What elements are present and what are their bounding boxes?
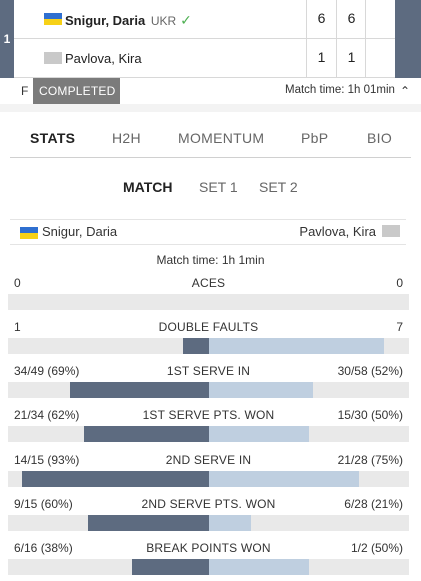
set-2-score-player-2: 1 <box>347 49 356 65</box>
player-2-name: Pavlova, Kira <box>65 51 142 66</box>
chevron-up-icon[interactable]: ⌃ <box>400 84 410 98</box>
stat-row-2nd-serve-in: 14/15 (93%) 2ND SERVE IN 21/28 (75%) <box>8 453 409 496</box>
stat-bar-left <box>183 338 209 354</box>
stat-label: DOUBLE FAULTS <box>158 320 259 334</box>
stat-bar-right <box>208 426 309 442</box>
stat-bar-left <box>22 471 209 487</box>
section-divider <box>0 104 421 112</box>
ukraine-flag-icon <box>20 227 38 239</box>
stat-row-aces: 0 ACES 0 <box>8 276 409 319</box>
stat-bar-track <box>8 426 409 442</box>
tab-h2h[interactable]: H2H <box>112 130 141 146</box>
stat-bar-left <box>132 559 209 575</box>
check-icon: ✓ <box>180 12 192 28</box>
stat-row-1st-serve-in: 34/49 (69%) 1ST SERVE IN 30/58 (52%) <box>8 364 409 407</box>
stat-bar-right <box>208 515 251 531</box>
stats-match-time: Match time: 1h 1min <box>156 253 265 267</box>
stat-bar-right <box>208 471 359 487</box>
stat-row-double-faults: 1 DOUBLE FAULTS 7 <box>8 320 409 363</box>
tab-momentum[interactable]: MOMENTUM <box>178 130 264 146</box>
stat-bar-left <box>70 382 209 398</box>
player-1-name-wrap: Snigur, Daria UKR ✓ <box>65 12 192 29</box>
stat-right-value: 21/28 (75%) <box>337 453 403 467</box>
set-1-score-player-2: 1 <box>317 49 326 65</box>
stat-bar-track <box>8 338 409 354</box>
stat-bar-track <box>8 382 409 398</box>
ukraine-flag-icon <box>44 13 62 25</box>
tab-bio[interactable]: BIO <box>367 130 392 146</box>
placeholder-flag-icon <box>44 52 62 64</box>
set-3-column <box>365 0 394 78</box>
score-right-strip <box>395 0 421 78</box>
subtab-set-2[interactable]: SET 2 <box>259 179 298 195</box>
stat-right-value: 30/58 (52%) <box>337 364 403 378</box>
stat-bar-track <box>8 559 409 575</box>
match-seed-strip: 1 <box>0 0 14 78</box>
stats-left-player: Snigur, Daria <box>42 224 118 239</box>
stat-right-value: 6/28 (21%) <box>344 497 403 511</box>
stat-right-value: 0 <box>396 276 403 290</box>
stat-bar-left <box>88 515 209 531</box>
detail-tabs: STATS H2H MOMENTUM PbP BIO <box>10 120 411 158</box>
set-2-score-player-1: 6 <box>347 10 356 26</box>
stat-row-2nd-serve-pts-won: 9/15 (60%) 2ND SERVE PTS. WON 6/28 (21%) <box>8 497 409 540</box>
stat-right-value: 15/30 (50%) <box>337 408 403 422</box>
tab-pbp[interactable]: PbP <box>301 130 328 146</box>
placeholder-flag-icon <box>382 225 400 237</box>
set-1-score-player-1: 6 <box>317 10 326 26</box>
subtab-set-1[interactable]: SET 1 <box>199 179 238 195</box>
subtab-match[interactable]: MATCH <box>123 179 173 195</box>
stat-label: ACES <box>191 276 226 290</box>
match-score-card[interactable]: 1 Snigur, Daria UKR ✓ Pavlova, Kira 6 1 6… <box>0 0 421 78</box>
match-time-summary: Match time: 1h 01min <box>285 84 395 96</box>
stat-bar-right <box>208 559 309 575</box>
set-2-column: 6 1 <box>336 0 365 78</box>
match-status-bar: F COMPLETED Match time: 1h 01min ⌃ <box>0 78 421 104</box>
status-badge: COMPLETED <box>33 78 120 104</box>
stat-row-break-points-won: 6/16 (38%) BREAK POINTS WON 1/2 (50%) <box>8 541 409 581</box>
stat-bar-track <box>8 515 409 531</box>
set-1-column: 6 1 <box>306 0 335 78</box>
stats-players-header: Snigur, Daria Pavlova, Kira <box>10 219 406 245</box>
seed-number: 1 <box>3 32 11 46</box>
player-1-name: Snigur, Daria <box>65 13 146 28</box>
stats-right-player: Pavlova, Kira <box>299 224 376 239</box>
status-letter: F <box>21 84 29 98</box>
stat-bar-track <box>8 471 409 487</box>
stat-bar-track <box>8 294 409 310</box>
stat-bar-right <box>208 382 313 398</box>
stat-right-value: 1/2 (50%) <box>350 541 403 555</box>
stat-bar-left <box>84 426 209 442</box>
player-1-country: UKR <box>150 14 177 28</box>
stat-bar-right <box>208 338 384 354</box>
stat-label: BREAK POINTS WON <box>146 541 271 555</box>
stat-right-value: 7 <box>396 320 403 334</box>
tab-stats[interactable]: STATS <box>30 130 75 146</box>
stat-row-1st-serve-pts-won: 21/34 (62%) 1ST SERVE PTS. WON 15/30 (50… <box>8 408 409 451</box>
